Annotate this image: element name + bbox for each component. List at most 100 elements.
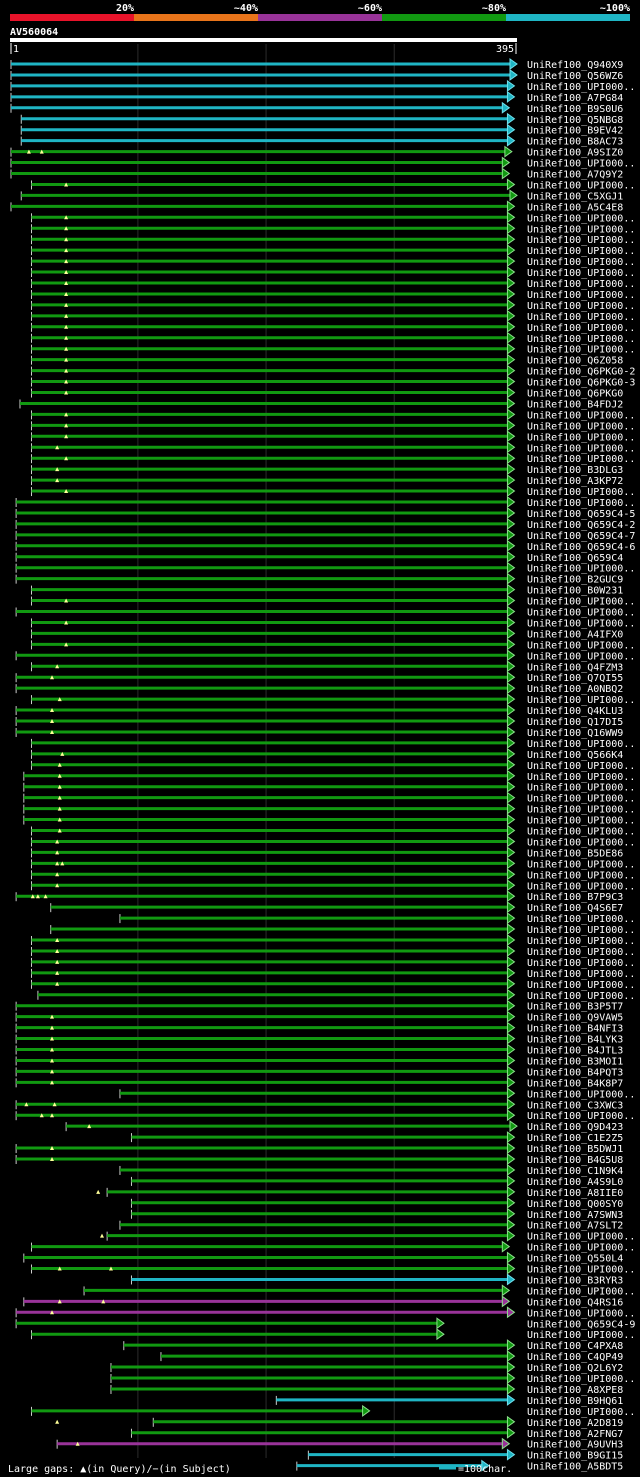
hit-label[interactable]: UniRef100_UPI000.. [527,816,635,827]
hit-row[interactable]: UniRef100_UPI000.. [31,594,636,608]
hit-row[interactable]: UniRef100_UPI000.. [31,298,636,312]
hit-row[interactable]: UniRef100_UPI000.. [31,879,636,892]
hit-row[interactable]: UniRef100_UPI000.. [31,211,636,224]
hit-row[interactable]: UniRef100_B4JTL3 [15,1043,623,1057]
hit-row[interactable]: UniRef100_UPI000.. [23,780,636,794]
hit-label[interactable]: UniRef100_UPI000.. [527,794,635,805]
hit-row[interactable]: UniRef100_Q00SY0 [130,1196,623,1210]
hit-label[interactable]: UniRef100_UPI000.. [527,805,635,816]
hit-row[interactable]: UniRef100_UPI000.. [31,616,636,629]
hit-row[interactable]: UniRef100_UPI000.. [31,441,636,454]
hit-label[interactable]: UniRef100_Q4RS16 [527,1297,623,1308]
hit-label[interactable]: UniRef100_Q4FZM3 [527,662,623,673]
hit-label[interactable]: UniRef100_UPI000.. [527,881,635,892]
hit-row[interactable]: UniRef100_B9S0U6 [10,101,623,115]
hit-row[interactable]: UniRef100_C1N9K4 [119,1163,623,1177]
hit-label[interactable]: UniRef100_Q4S6E7 [527,903,623,914]
hit-row[interactable]: UniRef100_UPI000.. [31,1262,636,1276]
hit-label[interactable]: UniRef100_UPI000.. [527,279,635,290]
hit-row[interactable]: UniRef100_UPI000.. [31,1240,636,1254]
hit-row[interactable]: UniRef100_UPI000.. [10,79,635,93]
hit-label[interactable]: UniRef100_B4PQT3 [527,1067,623,1078]
hit-row[interactable]: UniRef100_Q659C4 [15,550,623,564]
hit-label[interactable]: UniRef100_UPI000.. [527,1374,635,1385]
hit-label[interactable]: UniRef100_B0W231 [527,586,623,597]
hit-label[interactable]: UniRef100_A8XPE8 [527,1385,623,1396]
hit-label[interactable]: UniRef100_UPI000.. [527,870,635,881]
hit-label[interactable]: UniRef100_B4NFI3 [527,1024,623,1035]
hit-row[interactable]: UniRef100_C4PXA8 [123,1339,624,1352]
hit-label[interactable]: UniRef100_UPI000.. [527,257,635,268]
hit-label[interactable]: UniRef100_Q659C4-2 [527,520,635,531]
hit-label[interactable]: UniRef100_Q6Z058 [527,356,623,367]
hit-row[interactable]: UniRef100_UPI000.. [50,923,636,936]
hit-label[interactable]: UniRef100_UPI000.. [527,651,635,662]
hit-label[interactable]: UniRef100_A3KP72 [527,476,623,487]
hit-row[interactable]: UniRef100_Q659C4-9 [15,1317,635,1330]
hit-label[interactable]: UniRef100_UPI000.. [527,301,635,312]
hit-label[interactable]: UniRef100_Q566K4 [527,750,623,761]
hit-label[interactable]: UniRef100_UPI000.. [527,980,635,991]
hit-row[interactable]: UniRef100_UPI000.. [31,868,636,881]
hit-row[interactable]: UniRef100_A7SLT2 [119,1218,623,1232]
hit-row[interactable]: UniRef100_Q56WZ6 [10,68,623,82]
hit-label[interactable]: UniRef100_UPI000.. [527,421,635,432]
hit-label[interactable]: UniRef100_Q6PKG0 [527,389,623,400]
hit-label[interactable]: UniRef100_UPI000.. [527,925,635,936]
hit-row[interactable]: UniRef100_Q6PKG0-2 [31,364,636,378]
hit-label[interactable]: UniRef100_C1E2Z5 [527,1133,623,1144]
hit-row[interactable]: UniRef100_Q659C4-2 [15,517,635,531]
hit-label[interactable]: UniRef100_UPI000.. [527,640,635,651]
hit-label[interactable]: UniRef100_UPI000.. [527,443,635,454]
hit-row[interactable]: UniRef100_A2D819 [55,1415,623,1429]
hit-label[interactable]: UniRef100_B3RYR3 [527,1275,623,1286]
hit-label[interactable]: UniRef100_UPI000.. [527,1243,635,1254]
hit-row[interactable]: UniRef100_Q550L4 [23,1251,624,1265]
hit-label[interactable]: UniRef100_B2GUC9 [527,575,623,586]
hit-label[interactable]: UniRef100_UPI000.. [527,290,635,301]
hit-label[interactable]: UniRef100_UPI000.. [527,564,635,575]
hit-row[interactable]: UniRef100_Q4FZM3 [31,660,624,673]
hit-row[interactable]: UniRef100_UPI000.. [31,178,636,191]
hit-label[interactable]: UniRef100_B8AC73 [527,137,623,148]
hit-label[interactable]: UniRef100_A4IFX0 [527,629,623,640]
hit-row[interactable]: UniRef100_UPI000.. [83,1284,635,1297]
hit-row[interactable]: UniRef100_UPI000.. [31,944,636,958]
hit-row[interactable]: UniRef100_A7SWN3 [130,1207,623,1221]
hit-row[interactable]: UniRef100_Q4RS16 [23,1295,624,1308]
hit-label[interactable]: UniRef100_UPI000.. [527,235,635,246]
hit-label[interactable]: UniRef100_Q2L6Y2 [527,1363,623,1374]
hit-label[interactable]: UniRef100_UPI000.. [527,958,635,969]
hit-row[interactable]: UniRef100_B3MOI1 [15,1054,623,1067]
hit-label[interactable]: UniRef100_UPI000.. [527,268,635,279]
hit-label[interactable]: UniRef100_A5BDT5 [527,1462,623,1473]
hit-row[interactable]: UniRef100_UPI000.. [31,485,636,498]
hit-row[interactable]: UniRef100_Q659C4-7 [15,528,635,542]
hit-row[interactable]: UniRef100_A3KP72 [31,474,624,487]
hit-row[interactable]: UniRef100_Q659C4-5 [15,506,635,520]
hit-row[interactable]: UniRef100_Q9D423 [65,1120,623,1133]
hit-label[interactable]: UniRef100_UPI000.. [527,969,635,980]
hit-label[interactable]: UniRef100_A7SLT2 [527,1221,623,1232]
hit-label[interactable]: UniRef100_UPI000.. [527,837,635,848]
hit-row[interactable]: UniRef100_UPI000.. [15,561,635,575]
hit-row[interactable]: UniRef100_Q659C4-6 [15,539,635,553]
hit-row[interactable]: UniRef100_C5XGJ1 [20,189,623,202]
hit-row[interactable]: UniRef100_A2FNG7 [130,1426,623,1440]
hit-row[interactable]: UniRef100_UPI000.. [100,1229,635,1243]
hit-row[interactable]: UniRef100_B5DE86 [31,846,624,859]
hit-row[interactable]: UniRef100_UPI000.. [31,638,636,651]
hit-row[interactable]: UniRef100_B2GUC9 [15,572,623,586]
hit-row[interactable]: UniRef100_A7PG84 [10,90,623,104]
hit-row[interactable]: UniRef100_UPI000.. [110,1372,635,1385]
hit-label[interactable]: UniRef100_UPI000.. [527,597,635,608]
hit-row[interactable]: UniRef100_B4PQT3 [15,1065,623,1078]
hit-label[interactable]: UniRef100_C5XGJ1 [527,191,623,202]
hit-row[interactable]: UniRef100_B4K8P7 [15,1076,623,1089]
hit-row[interactable]: UniRef100_Q4S6E7 [50,901,624,914]
hit-row[interactable]: UniRef100_UPI000.. [31,277,636,290]
hit-label[interactable]: UniRef100_B4G5U8 [527,1155,623,1166]
hit-row[interactable]: UniRef100_UPI000.. [23,802,636,816]
hit-row[interactable]: UniRef100_B8AC73 [20,134,623,148]
hit-row[interactable]: UniRef100_UPI000.. [31,452,636,465]
